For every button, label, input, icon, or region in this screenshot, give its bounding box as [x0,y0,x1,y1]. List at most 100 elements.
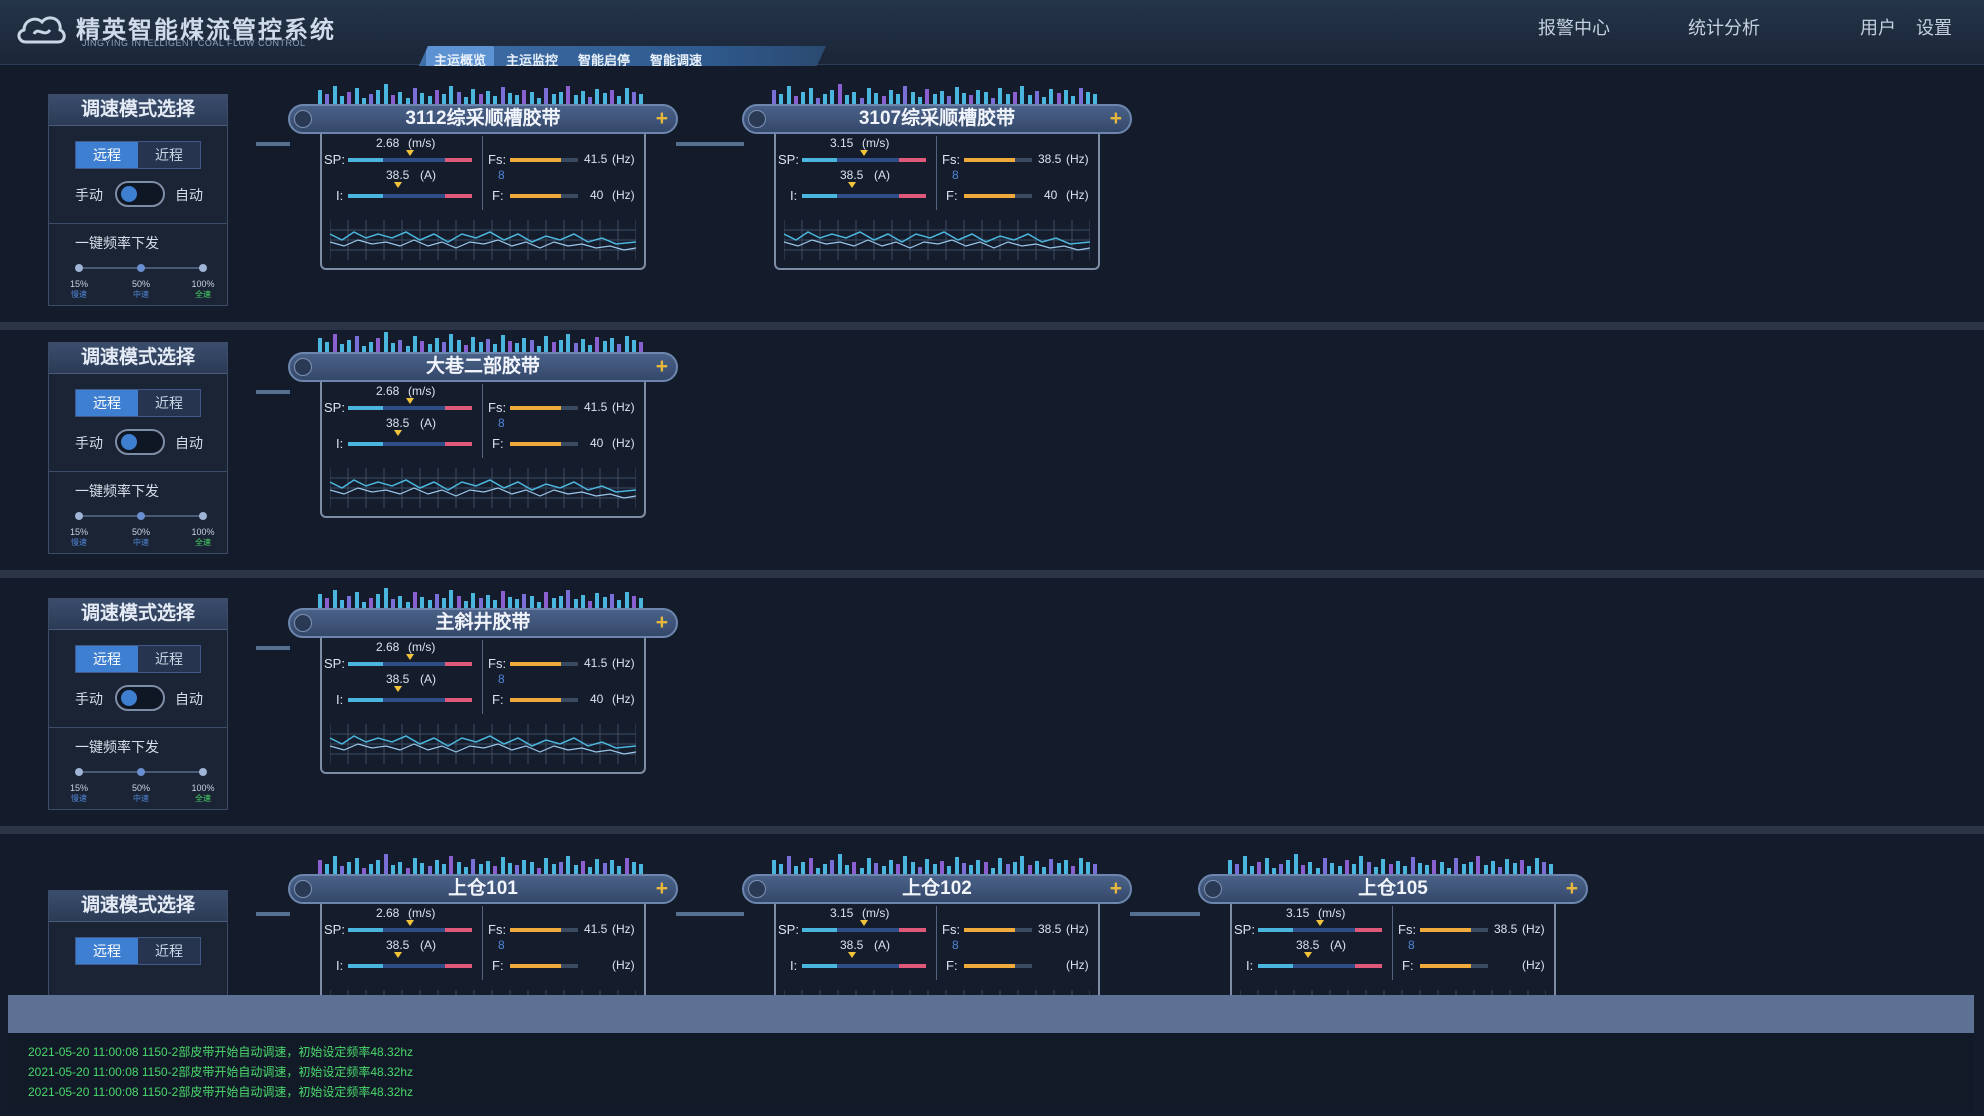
histogram-bar [318,90,322,104]
histogram-bar [631,596,636,608]
manual-auto-toggle[interactable] [115,181,165,207]
histogram-bar [1425,865,1430,874]
histogram-bar [427,344,432,352]
expand-plus-icon[interactable]: + [1110,877,1122,901]
freq-slider[interactable] [75,512,207,520]
belt-title-bar[interactable]: 大巷二部胶带 + [288,352,678,382]
speed-mid: 中速 [133,290,149,299]
toggle-knob [121,434,137,450]
histogram-bar [823,94,828,104]
current-value: 38.5 [386,938,410,952]
slider-stop-15[interactable] [75,512,83,520]
histogram-bar [976,90,981,104]
remote-button[interactable]: 远程 [76,142,138,168]
slider-stop-15[interactable] [75,264,83,272]
histogram-bar [896,864,901,874]
speed-value: 2.68 [376,906,400,920]
slider-stop-100[interactable] [199,768,207,776]
manual-auto-row: 手动 自动 [75,181,205,207]
manual-auto-toggle[interactable] [115,685,165,711]
gear-icon[interactable] [294,110,312,128]
histogram-bar [779,94,784,104]
belt-connector [256,390,290,394]
histogram-bar [412,336,417,352]
speed-unit: (m/s) [408,640,436,654]
freq-slider[interactable] [75,264,207,272]
expand-plus-icon[interactable]: + [656,611,668,635]
histogram-bar [1012,862,1017,874]
expand-plus-icon[interactable]: + [656,877,668,901]
set-freq-bar [1420,928,1488,932]
local-button[interactable]: 近程 [138,646,200,672]
event-log-header [8,995,1974,1033]
belt-name: 上仓102 [902,878,972,899]
slider-stop-50[interactable] [137,264,145,272]
histogram-bar [558,862,563,874]
speed-full: 全速 [195,290,211,299]
sp-label: SP: [324,400,345,415]
remote-button[interactable]: 远程 [76,646,138,672]
link-indicator: 8 [498,672,505,686]
histogram-bar [1293,854,1298,874]
gear-icon[interactable] [1204,880,1222,898]
belt-card: 3107综采顺槽胶带 +3.15 (m/s) SP: 38.5 (A) I: Fs: 38.5 (… [742,82,1132,270]
user-link[interactable]: 用户 [1860,14,1896,40]
gear-icon[interactable] [294,614,312,632]
histogram-bar [529,340,534,352]
f-label: F: [492,436,504,451]
freq-bar [964,194,1032,198]
remote-button[interactable]: 远程 [76,390,138,416]
belt-title-bar[interactable]: 上仓105 + [1198,874,1588,904]
speed-mode-panel: 调速模式选择 远程 近程 [48,890,228,995]
current-value: 38.5 [1296,938,1320,952]
histogram-bar [786,86,791,104]
belt-title-bar[interactable]: 3107综采顺槽胶带 + [742,104,1132,134]
local-button[interactable]: 近程 [138,142,200,168]
log-line: 2021-05-20 11:00:08 1150-2部皮带开始自动调速，初始设定… [28,1045,414,1059]
slider-stop-50[interactable] [137,512,145,520]
alarm-center-link[interactable]: 报警中心 [1538,14,1610,40]
belt-metrics: 2.68 (m/s) SP: 38.5 (A) I: Fs: 41.5 (Hz) 8 F: 40 (Hz… [320,134,646,270]
belt-title-bar[interactable]: 上仓102 + [742,874,1132,904]
slider-stop-50[interactable] [137,768,145,776]
statistics-link[interactable]: 统计分析 [1688,14,1760,40]
histogram-bar [354,336,359,352]
expand-plus-icon[interactable]: + [1566,877,1578,901]
histogram-bar [1403,866,1408,874]
gear-icon[interactable] [748,880,766,898]
histogram-bar [808,88,813,104]
belt-title-bar[interactable]: 上仓101 + [288,874,678,904]
settings-link[interactable]: 设置 [1916,14,1952,40]
gear-icon[interactable] [294,880,312,898]
histogram-bar [1049,89,1054,104]
expand-plus-icon[interactable]: + [1110,107,1122,131]
slider-stop-100[interactable] [199,512,207,520]
histogram-bar [617,96,622,104]
remote-button[interactable]: 远程 [76,938,138,964]
line-section-2: 调速模式选择 远程 近程 手动 自动 一键频率下发 15% 50% 100% 慢… [0,330,1984,570]
sp-label: SP: [324,922,345,937]
manual-label: 手动 [75,435,103,451]
belt-title-bar[interactable]: 主斜井胶带 + [288,608,678,638]
expand-plus-icon[interactable]: + [656,107,668,131]
expand-plus-icon[interactable]: + [656,355,668,379]
slider-stop-15[interactable] [75,768,83,776]
current-unit: (A) [420,938,436,952]
histogram-bar [434,594,439,608]
histogram-bar [325,598,330,608]
histogram-bar [332,86,337,104]
histogram-bar [610,594,614,608]
histogram-bar [954,857,959,874]
sp-label: SP: [778,922,799,937]
slider-stop-100[interactable] [199,264,207,272]
local-button[interactable]: 近程 [138,938,200,964]
gear-icon[interactable] [748,110,766,128]
local-button[interactable]: 近程 [138,390,200,416]
metrics-divider [482,640,483,714]
freq-slider[interactable] [75,768,207,776]
belt-title-bar[interactable]: 3112综采顺槽胶带 + [288,104,678,134]
manual-auto-toggle[interactable] [115,429,165,455]
histogram-bar [332,334,337,352]
gear-icon[interactable] [294,358,312,376]
histogram-bar [837,84,842,104]
